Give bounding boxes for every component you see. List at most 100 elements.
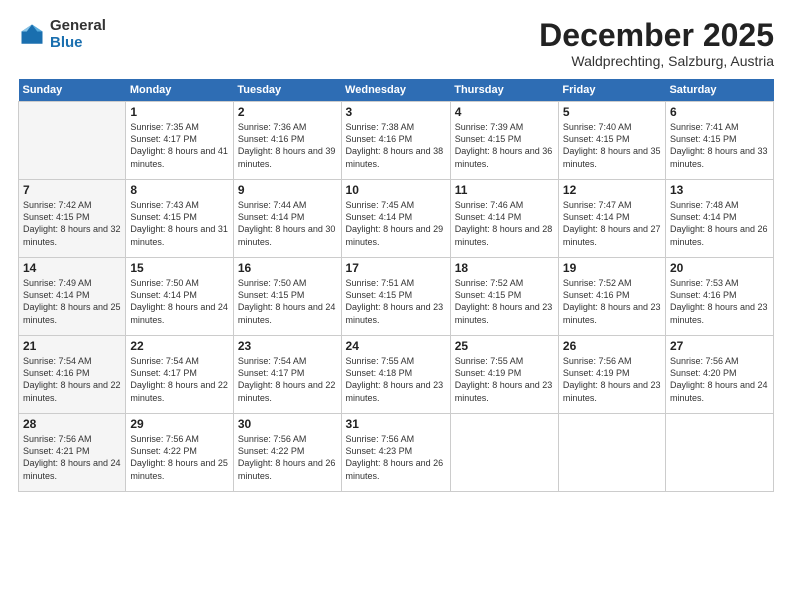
calendar-day: 4 Sunrise: 7:39 AMSunset: 4:15 PMDayligh… [450, 102, 558, 180]
calendar-week-5: 28 Sunrise: 7:56 AMSunset: 4:21 PMDaylig… [19, 414, 774, 492]
day-number: 25 [455, 339, 554, 353]
day-info: Sunrise: 7:56 AMSunset: 4:23 PMDaylight:… [346, 433, 446, 482]
calendar-day: 10 Sunrise: 7:45 AMSunset: 4:14 PMDaylig… [341, 180, 450, 258]
day-info: Sunrise: 7:36 AMSunset: 4:16 PMDaylight:… [238, 121, 337, 170]
day-number: 18 [455, 261, 554, 275]
calendar-day: 7 Sunrise: 7:42 AMSunset: 4:15 PMDayligh… [19, 180, 126, 258]
day-info: Sunrise: 7:50 AMSunset: 4:15 PMDaylight:… [238, 277, 337, 326]
calendar-day: 20 Sunrise: 7:53 AMSunset: 4:16 PMDaylig… [665, 258, 773, 336]
day-info: Sunrise: 7:43 AMSunset: 4:15 PMDaylight:… [130, 199, 229, 248]
day-number: 16 [238, 261, 337, 275]
calendar-day: 9 Sunrise: 7:44 AMSunset: 4:14 PMDayligh… [233, 180, 341, 258]
calendar-day [558, 414, 665, 492]
day-number: 5 [563, 105, 661, 119]
calendar-day: 29 Sunrise: 7:56 AMSunset: 4:22 PMDaylig… [126, 414, 234, 492]
header-wednesday: Wednesday [341, 79, 450, 102]
header-row: Sunday Monday Tuesday Wednesday Thursday… [19, 79, 774, 102]
day-number: 12 [563, 183, 661, 197]
logo-text: General Blue [50, 18, 106, 51]
day-info: Sunrise: 7:55 AMSunset: 4:19 PMDaylight:… [455, 355, 554, 404]
calendar-table: Sunday Monday Tuesday Wednesday Thursday… [18, 79, 774, 492]
day-info: Sunrise: 7:56 AMSunset: 4:22 PMDaylight:… [238, 433, 337, 482]
calendar-day [665, 414, 773, 492]
calendar-day: 12 Sunrise: 7:47 AMSunset: 4:14 PMDaylig… [558, 180, 665, 258]
day-number: 17 [346, 261, 446, 275]
logo-blue-text: Blue [50, 35, 106, 52]
logo: General Blue [18, 18, 106, 51]
calendar-day: 25 Sunrise: 7:55 AMSunset: 4:19 PMDaylig… [450, 336, 558, 414]
day-number: 13 [670, 183, 769, 197]
day-info: Sunrise: 7:41 AMSunset: 4:15 PMDaylight:… [670, 121, 769, 170]
calendar-week-2: 7 Sunrise: 7:42 AMSunset: 4:15 PMDayligh… [19, 180, 774, 258]
day-number: 14 [23, 261, 121, 275]
day-number: 21 [23, 339, 121, 353]
day-number: 15 [130, 261, 229, 275]
day-info: Sunrise: 7:56 AMSunset: 4:22 PMDaylight:… [130, 433, 229, 482]
day-info: Sunrise: 7:56 AMSunset: 4:21 PMDaylight:… [23, 433, 121, 482]
day-number: 1 [130, 105, 229, 119]
day-number: 3 [346, 105, 446, 119]
day-number: 4 [455, 105, 554, 119]
day-number: 28 [23, 417, 121, 431]
day-number: 30 [238, 417, 337, 431]
day-number: 26 [563, 339, 661, 353]
calendar-day: 13 Sunrise: 7:48 AMSunset: 4:14 PMDaylig… [665, 180, 773, 258]
calendar-day: 26 Sunrise: 7:56 AMSunset: 4:19 PMDaylig… [558, 336, 665, 414]
day-info: Sunrise: 7:54 AMSunset: 4:17 PMDaylight:… [130, 355, 229, 404]
day-number: 9 [238, 183, 337, 197]
day-number: 10 [346, 183, 446, 197]
day-info: Sunrise: 7:48 AMSunset: 4:14 PMDaylight:… [670, 199, 769, 248]
calendar-day: 1 Sunrise: 7:35 AMSunset: 4:17 PMDayligh… [126, 102, 234, 180]
calendar-day: 19 Sunrise: 7:52 AMSunset: 4:16 PMDaylig… [558, 258, 665, 336]
day-number: 7 [23, 183, 121, 197]
calendar-day: 18 Sunrise: 7:52 AMSunset: 4:15 PMDaylig… [450, 258, 558, 336]
calendar-day: 30 Sunrise: 7:56 AMSunset: 4:22 PMDaylig… [233, 414, 341, 492]
day-info: Sunrise: 7:47 AMSunset: 4:14 PMDaylight:… [563, 199, 661, 248]
day-info: Sunrise: 7:56 AMSunset: 4:19 PMDaylight:… [563, 355, 661, 404]
calendar-day: 15 Sunrise: 7:50 AMSunset: 4:14 PMDaylig… [126, 258, 234, 336]
logo-general-text: General [50, 18, 106, 35]
day-number: 19 [563, 261, 661, 275]
calendar-day: 2 Sunrise: 7:36 AMSunset: 4:16 PMDayligh… [233, 102, 341, 180]
header-friday: Friday [558, 79, 665, 102]
calendar-day: 14 Sunrise: 7:49 AMSunset: 4:14 PMDaylig… [19, 258, 126, 336]
day-info: Sunrise: 7:35 AMSunset: 4:17 PMDaylight:… [130, 121, 229, 170]
day-info: Sunrise: 7:38 AMSunset: 4:16 PMDaylight:… [346, 121, 446, 170]
day-info: Sunrise: 7:42 AMSunset: 4:15 PMDaylight:… [23, 199, 121, 248]
day-info: Sunrise: 7:56 AMSunset: 4:20 PMDaylight:… [670, 355, 769, 404]
calendar-day: 23 Sunrise: 7:54 AMSunset: 4:17 PMDaylig… [233, 336, 341, 414]
day-info: Sunrise: 7:55 AMSunset: 4:18 PMDaylight:… [346, 355, 446, 404]
calendar-day: 17 Sunrise: 7:51 AMSunset: 4:15 PMDaylig… [341, 258, 450, 336]
day-info: Sunrise: 7:54 AMSunset: 4:16 PMDaylight:… [23, 355, 121, 404]
day-number: 24 [346, 339, 446, 353]
day-info: Sunrise: 7:40 AMSunset: 4:15 PMDaylight:… [563, 121, 661, 170]
calendar-day: 5 Sunrise: 7:40 AMSunset: 4:15 PMDayligh… [558, 102, 665, 180]
calendar-day: 27 Sunrise: 7:56 AMSunset: 4:20 PMDaylig… [665, 336, 773, 414]
calendar-day: 16 Sunrise: 7:50 AMSunset: 4:15 PMDaylig… [233, 258, 341, 336]
header-saturday: Saturday [665, 79, 773, 102]
logo-icon [18, 21, 46, 49]
header-tuesday: Tuesday [233, 79, 341, 102]
day-number: 31 [346, 417, 446, 431]
header-sunday: Sunday [19, 79, 126, 102]
day-number: 6 [670, 105, 769, 119]
header-thursday: Thursday [450, 79, 558, 102]
day-info: Sunrise: 7:51 AMSunset: 4:15 PMDaylight:… [346, 277, 446, 326]
day-number: 20 [670, 261, 769, 275]
day-info: Sunrise: 7:49 AMSunset: 4:14 PMDaylight:… [23, 277, 121, 326]
day-number: 22 [130, 339, 229, 353]
calendar-day: 28 Sunrise: 7:56 AMSunset: 4:21 PMDaylig… [19, 414, 126, 492]
calendar-day [450, 414, 558, 492]
calendar-day: 21 Sunrise: 7:54 AMSunset: 4:16 PMDaylig… [19, 336, 126, 414]
calendar-day: 31 Sunrise: 7:56 AMSunset: 4:23 PMDaylig… [341, 414, 450, 492]
day-info: Sunrise: 7:52 AMSunset: 4:16 PMDaylight:… [563, 277, 661, 326]
day-info: Sunrise: 7:50 AMSunset: 4:14 PMDaylight:… [130, 277, 229, 326]
calendar-day: 6 Sunrise: 7:41 AMSunset: 4:15 PMDayligh… [665, 102, 773, 180]
day-number: 23 [238, 339, 337, 353]
day-info: Sunrise: 7:52 AMSunset: 4:15 PMDaylight:… [455, 277, 554, 326]
day-info: Sunrise: 7:45 AMSunset: 4:14 PMDaylight:… [346, 199, 446, 248]
calendar-week-3: 14 Sunrise: 7:49 AMSunset: 4:14 PMDaylig… [19, 258, 774, 336]
day-info: Sunrise: 7:54 AMSunset: 4:17 PMDaylight:… [238, 355, 337, 404]
day-number: 11 [455, 183, 554, 197]
calendar-day [19, 102, 126, 180]
